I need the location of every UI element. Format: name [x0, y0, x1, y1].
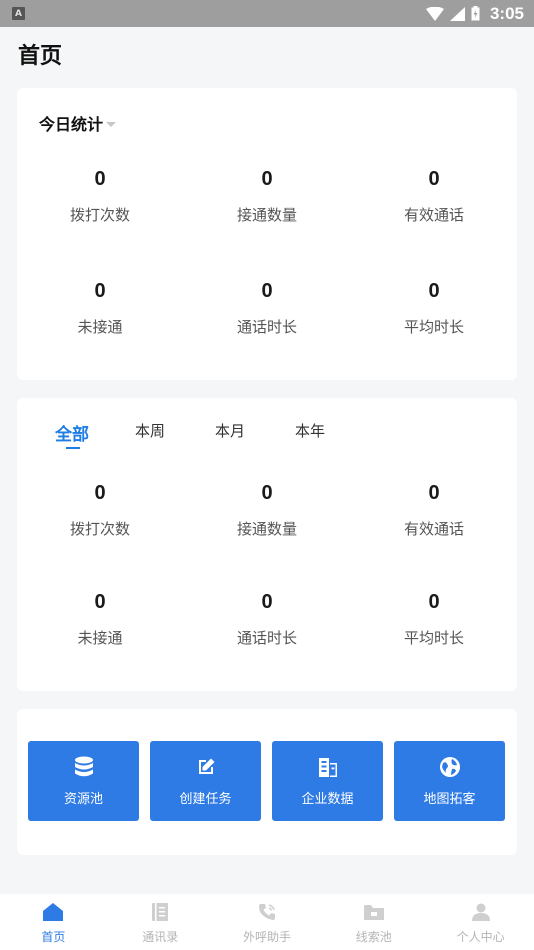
period-stats-row-1: 0 拨打次数 0 接通数量 0 有效通话 [17, 481, 517, 539]
stat-label: 平均时长 [403, 629, 464, 647]
period-tabs: 全部 本周 本月 本年 [55, 420, 375, 449]
stat-value: 0 [428, 168, 440, 190]
edit-icon [194, 755, 218, 779]
stat-item: 0 接通数量 [183, 481, 351, 539]
stat-value: 0 [428, 591, 440, 613]
stat-label: 未接通 [77, 318, 123, 336]
stat-item: 0 未接通 [17, 590, 183, 648]
globe-icon [438, 755, 462, 779]
wifi-icon [425, 6, 444, 21]
enterprise-data-button[interactable]: 企业数据 [272, 741, 383, 821]
period-stats-card: 全部 本周 本月 本年 0 拨打次数 0 接通数量 0 有效通话 0 未接通 0 通话时长… [17, 398, 517, 691]
stat-value: 0 [428, 280, 440, 302]
stat-label: 拨打次数 [69, 206, 130, 224]
stat-item: 0 接通数量 [183, 167, 351, 225]
tab-bar-label: 个人中心 [456, 930, 505, 944]
stat-item: 0 通话时长 [183, 590, 351, 648]
map-prospecting-button[interactable]: 地图拓客 [394, 741, 505, 821]
tab-bar-label: 线索池 [355, 930, 392, 944]
stat-label: 接通数量 [236, 206, 297, 224]
signal-icon [449, 6, 465, 21]
status-bar: A 3:05 [0, 0, 534, 27]
stat-label: 接通数量 [236, 520, 297, 538]
tab-bar-item-outbound-assistant[interactable]: 外呼助手 [214, 894, 321, 950]
stat-value: 0 [261, 482, 273, 504]
today-stats-row-2: 0 未接通 0 通话时长 0 平均时长 [17, 279, 517, 337]
tab-month[interactable]: 本月 [215, 420, 295, 445]
stat-value: 0 [94, 591, 106, 613]
stat-item: 0 有效通话 [351, 167, 517, 225]
tab-bar-item-home[interactable]: 首页 [0, 894, 107, 950]
today-stats-row-1: 0 拨打次数 0 接通数量 0 有效通话 [17, 167, 517, 225]
contacts-icon [149, 901, 171, 923]
stat-value: 0 [94, 482, 106, 504]
tab-bar-item-profile[interactable]: 个人中心 [427, 894, 534, 950]
stat-label: 未接通 [77, 629, 123, 647]
stat-value: 0 [94, 168, 106, 190]
page-title: 首页 [18, 44, 63, 69]
stat-item: 0 平均时长 [351, 279, 517, 337]
action-label: 企业数据 [301, 792, 354, 807]
tab-bar-item-contacts[interactable]: 通讯录 [107, 894, 214, 950]
tab-all[interactable]: 全部 [55, 420, 135, 449]
action-label: 资源池 [63, 792, 103, 807]
stat-item: 0 未接通 [17, 279, 183, 337]
caret-down-icon [106, 121, 117, 127]
tab-week[interactable]: 本周 [135, 420, 215, 445]
stat-item: 0 拨打次数 [17, 481, 183, 539]
status-icons: 3:05 [425, 3, 524, 24]
stat-value: 0 [94, 280, 106, 302]
stat-item: 0 拨打次数 [17, 167, 183, 225]
building-icon [316, 755, 340, 779]
tab-bar-label: 通讯录 [142, 930, 179, 944]
create-task-button[interactable]: 创建任务 [150, 741, 261, 821]
today-stats-card: 今日统计 0 拨打次数 0 接通数量 0 有效通话 0 未接通 0 通话时长 0 平均时长 [17, 88, 517, 380]
action-label: 创建任务 [179, 792, 232, 807]
tab-bar-item-lead-pool[interactable]: 线索池 [320, 894, 427, 950]
stat-label: 通话时长 [236, 318, 297, 336]
notification-icon: A [12, 7, 25, 20]
stat-label: 通话时长 [236, 629, 297, 647]
period-stats-row-2: 0 未接通 0 通话时长 0 平均时长 [17, 590, 517, 648]
resource-pool-button[interactable]: 资源池 [28, 741, 139, 821]
quick-actions: 资源池 创建任务 企业数据 地图拓客 [28, 741, 505, 821]
phone-icon [256, 901, 278, 923]
quick-actions-card: 资源池 创建任务 企业数据 地图拓客 [17, 709, 517, 855]
database-icon [72, 755, 96, 779]
stat-item: 0 平均时长 [351, 590, 517, 648]
folder-icon [363, 901, 385, 923]
action-label: 地图拓客 [423, 792, 476, 807]
today-stats-dropdown[interactable]: 今日统计 [39, 111, 117, 135]
stat-label: 平均时长 [403, 318, 464, 336]
status-time: 3:05 [489, 3, 524, 23]
stat-item: 0 有效通话 [351, 481, 517, 539]
stat-label: 拨打次数 [69, 520, 130, 538]
tab-bar-label: 首页 [41, 930, 66, 944]
stat-value: 0 [261, 280, 273, 302]
battery-icon [471, 6, 480, 21]
today-stats-title: 今日统计 [39, 115, 104, 134]
tab-year[interactable]: 本年 [295, 420, 375, 445]
bottom-tab-bar: 首页 通讯录 外呼助手 线索池 个人中心 [0, 894, 534, 950]
stat-value: 0 [428, 482, 440, 504]
user-icon [470, 901, 492, 923]
tab-bar-label: 外呼助手 [242, 930, 291, 944]
stat-value: 0 [261, 168, 273, 190]
stat-item: 0 通话时长 [183, 279, 351, 337]
stat-value: 0 [261, 591, 273, 613]
stat-label: 有效通话 [403, 206, 464, 224]
home-icon [42, 901, 64, 923]
stat-label: 有效通话 [403, 520, 464, 538]
